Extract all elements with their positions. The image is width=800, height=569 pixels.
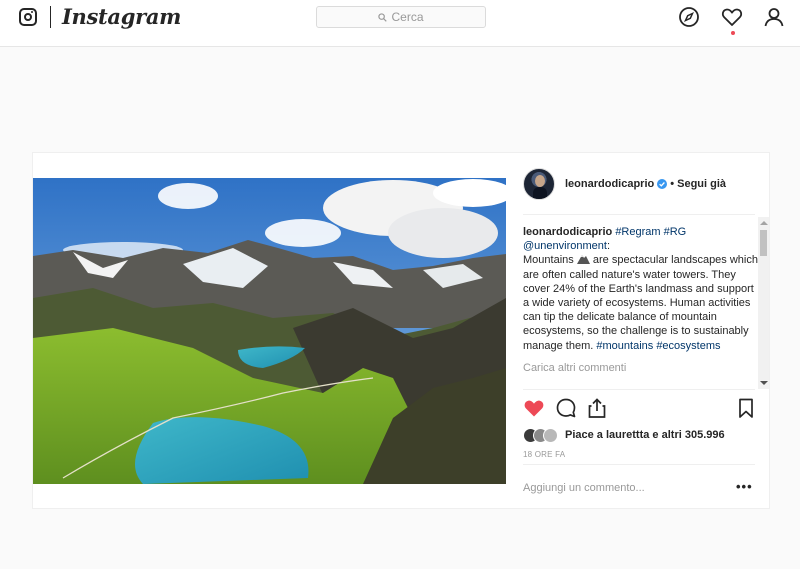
comments-area: leonardodicaprio #Regram #RG @unenvironm… bbox=[523, 225, 758, 389]
post-card: leonardodicaprio • Segui già leonardodic… bbox=[32, 152, 770, 509]
post-timestamp[interactable]: 18 ORE FA bbox=[523, 450, 565, 459]
search-icon bbox=[378, 12, 388, 22]
search-placeholder: Cerca bbox=[391, 10, 424, 24]
comments-scrollbar[interactable] bbox=[758, 217, 769, 389]
caption: leonardodicaprio #Regram #RG @unenvironm… bbox=[523, 225, 758, 353]
load-more-comments-button[interactable]: Carica altri commenti bbox=[523, 361, 758, 375]
top-navigation-bar: Instagram Cerca bbox=[0, 0, 800, 47]
likes-row: Piace a laurettta e altri 305.996 bbox=[523, 427, 725, 443]
instagram-glyph-icon[interactable] bbox=[19, 8, 37, 26]
compass-icon[interactable] bbox=[678, 6, 700, 28]
instagram-wordmark[interactable]: Instagram bbox=[62, 4, 181, 29]
caption-mention-suffix: : bbox=[606, 240, 610, 253]
divider bbox=[523, 214, 755, 215]
logo-divider bbox=[50, 6, 51, 28]
bookmark-icon[interactable] bbox=[735, 397, 757, 419]
liker-avatars[interactable] bbox=[523, 428, 565, 443]
following-button[interactable]: Segui già bbox=[677, 178, 726, 190]
post-photo-area bbox=[33, 153, 506, 508]
post-photo[interactable] bbox=[33, 178, 506, 484]
search-input[interactable]: Cerca bbox=[316, 6, 486, 28]
likes-count[interactable]: Piace a laurettta e altri 305.996 bbox=[565, 429, 725, 441]
avatar[interactable] bbox=[523, 168, 555, 200]
heart-icon[interactable] bbox=[721, 6, 743, 28]
post-username[interactable]: leonardodicaprio bbox=[565, 178, 654, 190]
caption-mention[interactable]: @unenvironment bbox=[523, 240, 607, 252]
caption-trailing-hashtags[interactable]: #mountains #ecosystems bbox=[596, 340, 720, 352]
notification-dot bbox=[731, 31, 735, 35]
scroll-thumb[interactable] bbox=[760, 230, 767, 256]
post-actions bbox=[523, 397, 755, 423]
caption-username[interactable]: leonardodicaprio bbox=[523, 226, 612, 238]
scroll-up-arrow-icon[interactable] bbox=[760, 221, 768, 225]
share-icon[interactable] bbox=[586, 397, 608, 419]
post-header: leonardodicaprio • Segui già bbox=[523, 167, 726, 201]
add-comment-input[interactable]: Aggiungi un commento... bbox=[523, 473, 723, 503]
mountain-emoji-icon bbox=[576, 255, 590, 265]
post-details-pane: leonardodicaprio • Segui già leonardodic… bbox=[506, 153, 770, 508]
scroll-down-arrow-icon[interactable] bbox=[760, 381, 768, 385]
caption-hashtags[interactable]: #Regram #RG bbox=[615, 226, 686, 238]
caption-text-start: Mountains bbox=[523, 254, 574, 267]
comment-icon[interactable] bbox=[555, 397, 577, 419]
more-options-icon[interactable]: ••• bbox=[736, 479, 753, 494]
liker-avatar bbox=[543, 428, 558, 443]
verified-badge-icon bbox=[657, 179, 668, 189]
divider bbox=[523, 464, 755, 465]
divider bbox=[523, 389, 755, 390]
user-icon[interactable] bbox=[763, 6, 785, 28]
caption-text: are spectacular landscapes which are oft… bbox=[523, 254, 758, 352]
follow-separator: • bbox=[670, 178, 675, 190]
like-heart-icon[interactable] bbox=[523, 397, 545, 419]
